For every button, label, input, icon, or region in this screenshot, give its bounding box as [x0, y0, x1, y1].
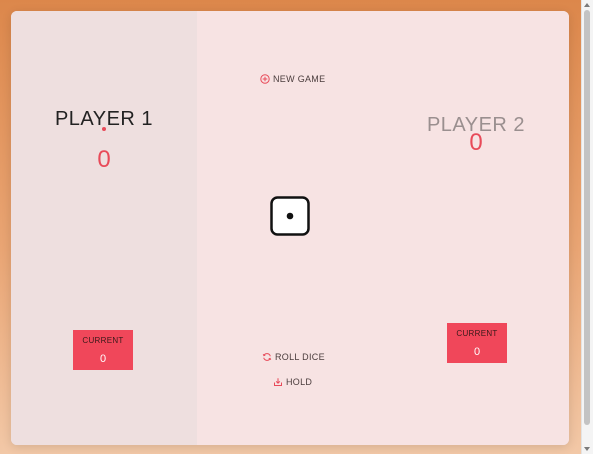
player-1-current-box: CURRENT 0	[73, 330, 133, 370]
player-1-panel: PLAYER 1 0 CURRENT 0	[11, 11, 197, 445]
refresh-icon	[262, 352, 272, 362]
new-game-label: NEW GAME	[273, 74, 326, 84]
new-game-button[interactable]: NEW GAME	[260, 74, 325, 84]
player-2-current-box: CURRENT 0	[447, 323, 507, 363]
player-1-current-label: CURRENT	[82, 336, 124, 345]
game-board: PLAYER 1 0 CURRENT 0 PLAYER 2 0 CURRENT …	[11, 11, 569, 445]
vertical-scrollbar[interactable]	[581, 0, 593, 454]
hold-button[interactable]: HOLD	[273, 377, 312, 387]
player-2-panel: PLAYER 2 0 CURRENT 0	[197, 11, 569, 445]
player-1-score: 0	[97, 146, 111, 173]
player-1-current-score: 0	[99, 353, 107, 365]
download-icon	[273, 377, 283, 387]
dice	[270, 196, 310, 241]
scroll-up-arrow-icon[interactable]	[584, 3, 590, 7]
active-player-indicator	[102, 127, 106, 131]
roll-dice-button[interactable]: ROLL DICE	[262, 352, 325, 362]
player-2-score: 0	[469, 129, 483, 156]
roll-dice-label: ROLL DICE	[275, 352, 325, 362]
player-2-current-label: CURRENT	[456, 329, 498, 338]
scrollbar-thumb[interactable]	[584, 10, 590, 425]
scroll-down-arrow-icon[interactable]	[584, 447, 590, 451]
player-2-current-score: 0	[473, 346, 481, 358]
hold-label: HOLD	[286, 377, 313, 387]
plus-circle-icon	[260, 74, 270, 84]
